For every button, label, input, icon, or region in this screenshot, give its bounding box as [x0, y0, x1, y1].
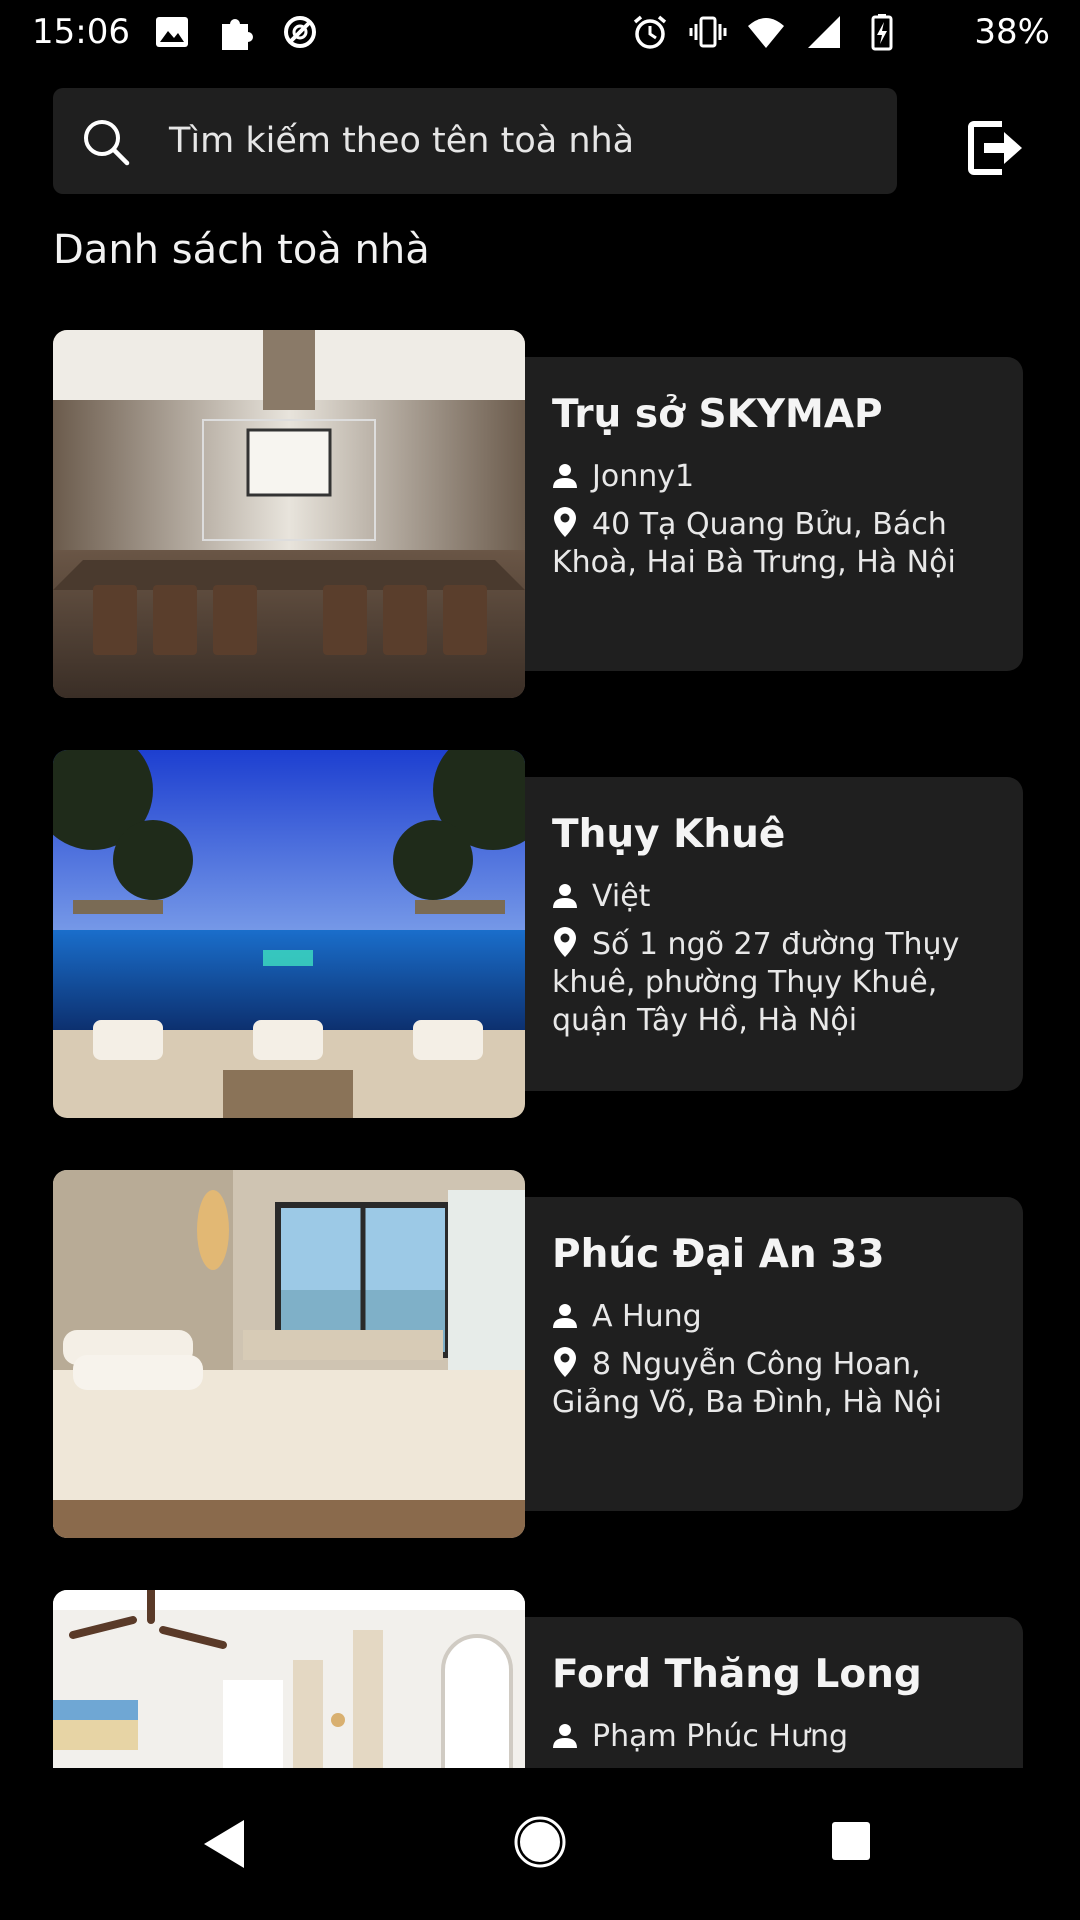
- building-card[interactable]: Thụy Khuê Việt Số 1 ngõ 27 đường Thụy kh…: [53, 750, 1023, 1118]
- section-title: Danh sách toà nhà: [53, 227, 430, 273]
- status-right-icons: [630, 12, 902, 52]
- building-list[interactable]: Trụ sở SKYMAP Jonny1 40 Tạ Quang Bửu, Bá…: [0, 300, 1080, 1768]
- building-address: 40 Tạ Quang Bửu, Bách Khoà, Hai Bà Trưng…: [552, 506, 1007, 582]
- back-icon[interactable]: [200, 1816, 250, 1872]
- status-time: 15:06: [32, 12, 130, 52]
- address-text: 40 Tạ Quang Bửu, Bách Khoà, Hai Bà Trưng…: [552, 507, 956, 580]
- status-bar: 15:06 38%: [0, 0, 1080, 64]
- building-name: Phúc Đại An 33: [552, 1232, 885, 1277]
- building-image: [53, 1170, 525, 1538]
- puzzle-icon: [222, 19, 253, 50]
- building-name: Trụ sở SKYMAP: [552, 392, 883, 437]
- recents-icon[interactable]: [830, 1820, 872, 1862]
- search-icon: [84, 120, 130, 166]
- address-text: 8 Nguyễn Công Hoan, Giảng Võ, Ba Đình, H…: [552, 1347, 942, 1420]
- navigation-bar: [0, 1768, 1080, 1920]
- owner-name: A Hung: [592, 1298, 702, 1334]
- image-icon: [156, 17, 188, 47]
- vibrate-icon: [689, 16, 727, 48]
- person-icon: [553, 1304, 577, 1328]
- owner-name: Phạm Phúc Hưng: [592, 1718, 849, 1754]
- location-pin-icon: [554, 1347, 576, 1377]
- location-pin-icon: [554, 507, 576, 537]
- person-icon: [553, 464, 577, 488]
- address-text: Số 1 ngõ 27 đường Thụy khuê, phường Thụy…: [552, 927, 960, 1038]
- status-left-icons: [152, 12, 320, 52]
- building-image: [53, 750, 525, 1118]
- building-owner: Jonny1: [552, 456, 694, 496]
- building-name: Ford Thăng Long: [552, 1652, 922, 1697]
- battery-charging-icon: [871, 14, 893, 51]
- owner-name: Jonny1: [592, 458, 695, 494]
- search-input[interactable]: Tìm kiếm theo tên toà nhà: [53, 88, 897, 194]
- building-card[interactable]: Trụ sở SKYMAP Jonny1 40 Tạ Quang Bửu, Bá…: [53, 330, 1023, 698]
- sync-off-icon: [284, 16, 316, 48]
- person-icon: [553, 1724, 577, 1748]
- battery-percent: 38%: [974, 12, 1050, 52]
- home-icon[interactable]: [514, 1816, 566, 1868]
- building-image: [53, 330, 525, 698]
- building-name: Thụy Khuê: [552, 812, 786, 857]
- building-image: [53, 1590, 525, 1768]
- building-owner: Phạm Phúc Hưng: [552, 1716, 848, 1756]
- building-card[interactable]: Ford Thăng Long Phạm Phúc Hưng: [53, 1590, 1023, 1768]
- alarm-icon: [633, 15, 667, 49]
- building-owner: A Hung: [552, 1296, 702, 1336]
- owner-name: Việt: [592, 878, 651, 914]
- person-icon: [553, 884, 577, 908]
- signal-icon: [808, 16, 840, 48]
- building-card[interactable]: Phúc Đại An 33 A Hung 8 Nguyễn Công Hoan…: [53, 1170, 1023, 1538]
- search-placeholder: Tìm kiếm theo tên toà nhà: [169, 121, 635, 161]
- location-pin-icon: [554, 927, 576, 957]
- logout-icon[interactable]: [964, 116, 1028, 180]
- building-address: 8 Nguyễn Công Hoan, Giảng Võ, Ba Đình, H…: [552, 1346, 1007, 1422]
- wifi-icon: [748, 18, 784, 48]
- building-address: Số 1 ngõ 27 đường Thụy khuê, phường Thụy…: [552, 926, 1007, 1040]
- building-owner: Việt: [552, 876, 650, 916]
